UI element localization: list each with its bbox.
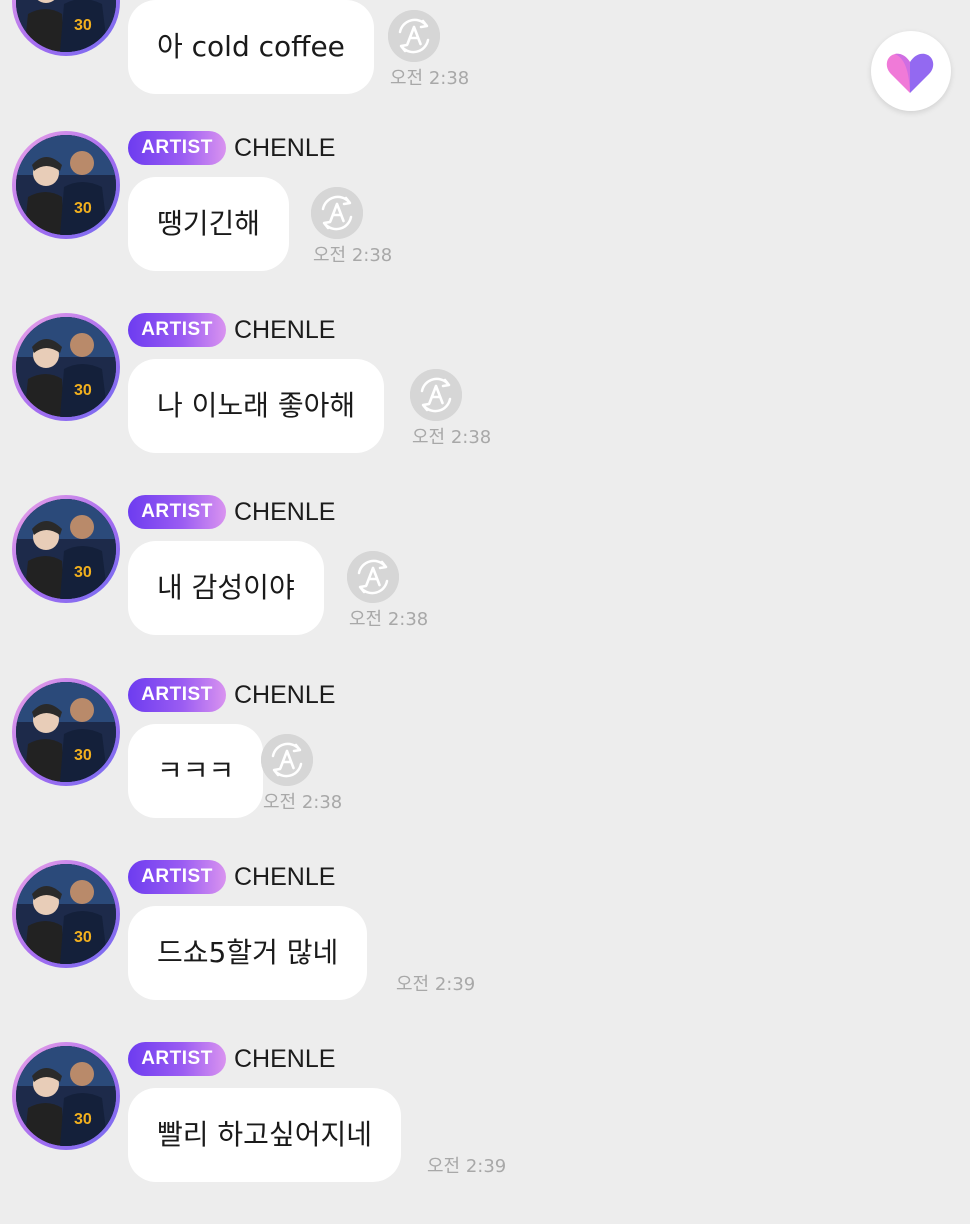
heart-button[interactable] (871, 31, 951, 111)
artist-badge: ARTIST (128, 313, 226, 347)
message-timestamp: 오전 2:39 (396, 974, 476, 995)
message-bubble: 아 cold coffee (128, 0, 374, 94)
translate-button[interactable] (261, 734, 313, 786)
artist-avatar[interactable]: 30 (12, 495, 120, 603)
svg-text:30: 30 (74, 929, 92, 946)
translate-button[interactable] (388, 10, 440, 62)
message-bubble: 땡기긴해 (128, 177, 290, 271)
svg-text:30: 30 (74, 564, 92, 581)
translate-a-icon (347, 551, 399, 603)
message-timestamp: 오전 2:38 (313, 245, 393, 266)
translate-button[interactable] (347, 551, 399, 603)
message-bubble: 빨리 하고싶어지네 (128, 1088, 401, 1182)
author-name: CHENLE (234, 134, 336, 162)
avatar-photo: 30 (16, 317, 116, 417)
artist-badge: ARTIST (128, 495, 226, 529)
avatar-photo: 30 (16, 864, 116, 964)
translate-a-icon (261, 734, 313, 786)
svg-text:30: 30 (74, 200, 92, 217)
artist-avatar[interactable]: 30 (12, 0, 120, 56)
svg-text:30: 30 (74, 17, 92, 34)
translate-button[interactable] (410, 369, 462, 421)
chat-message: 30 ARTIST CHENLE 내 감성이야 오전 2:38 (0, 495, 970, 677)
chat-message: 30 ARTIST CHENLE 나 이노래 좋아해 오전 2:38 (0, 313, 970, 495)
chat-message: 30 ARTIST CHENLE 드쇼5할거 많네 오전 2:39 (0, 860, 970, 1042)
chat-message: 30 ARTIST CHENLE 빨리 하고싶어지네 오전 2:39 (0, 1042, 970, 1224)
artist-avatar[interactable]: 30 (12, 313, 120, 421)
message-bubble: 드쇼5할거 많네 (128, 906, 368, 1000)
message-bubble: ㅋㅋㅋ (128, 724, 264, 818)
message-timestamp: 오전 2:38 (412, 427, 492, 448)
svg-text:30: 30 (74, 382, 92, 399)
artist-badge: ARTIST (128, 131, 226, 165)
translate-a-icon (388, 10, 440, 62)
avatar-photo: 30 (16, 499, 116, 599)
svg-text:30: 30 (74, 1111, 92, 1128)
author-name: CHENLE (234, 1045, 336, 1073)
message-timestamp: 오전 2:38 (390, 68, 470, 89)
artist-avatar[interactable]: 30 (12, 860, 120, 968)
translate-a-icon (311, 187, 363, 239)
artist-badge: ARTIST (128, 678, 226, 712)
translate-a-icon (410, 369, 462, 421)
avatar-photo: 30 (16, 1046, 116, 1146)
artist-avatar[interactable]: 30 (12, 678, 120, 786)
author-name: CHENLE (234, 681, 336, 709)
artist-badge: ARTIST (128, 1042, 226, 1076)
translate-button[interactable] (311, 187, 363, 239)
author-name: CHENLE (234, 863, 336, 891)
artist-avatar[interactable]: 30 (12, 131, 120, 239)
avatar-photo: 30 (16, 682, 116, 782)
chat-message: 30 ARTIST CHENLE 땡기긴해 오전 2:38 (0, 131, 970, 313)
chat-message: 30 아 cold coffee 오전 2:38 (0, 0, 970, 136)
chat-message: 30 ARTIST CHENLE ㅋㅋㅋ 오전 2:38 (0, 678, 970, 860)
artist-avatar[interactable]: 30 (12, 1042, 120, 1150)
svg-text:30: 30 (74, 747, 92, 764)
avatar-photo: 30 (16, 135, 116, 235)
avatar-photo: 30 (16, 0, 116, 52)
message-timestamp: 오전 2:39 (427, 1156, 507, 1177)
message-timestamp: 오전 2:38 (263, 792, 343, 813)
author-name: CHENLE (234, 316, 336, 344)
message-bubble: 나 이노래 좋아해 (128, 359, 385, 453)
message-timestamp: 오전 2:38 (349, 609, 429, 630)
message-bubble: 내 감성이야 (128, 541, 324, 635)
artist-badge: ARTIST (128, 860, 226, 894)
heart-icon (886, 53, 934, 93)
author-name: CHENLE (234, 498, 336, 526)
